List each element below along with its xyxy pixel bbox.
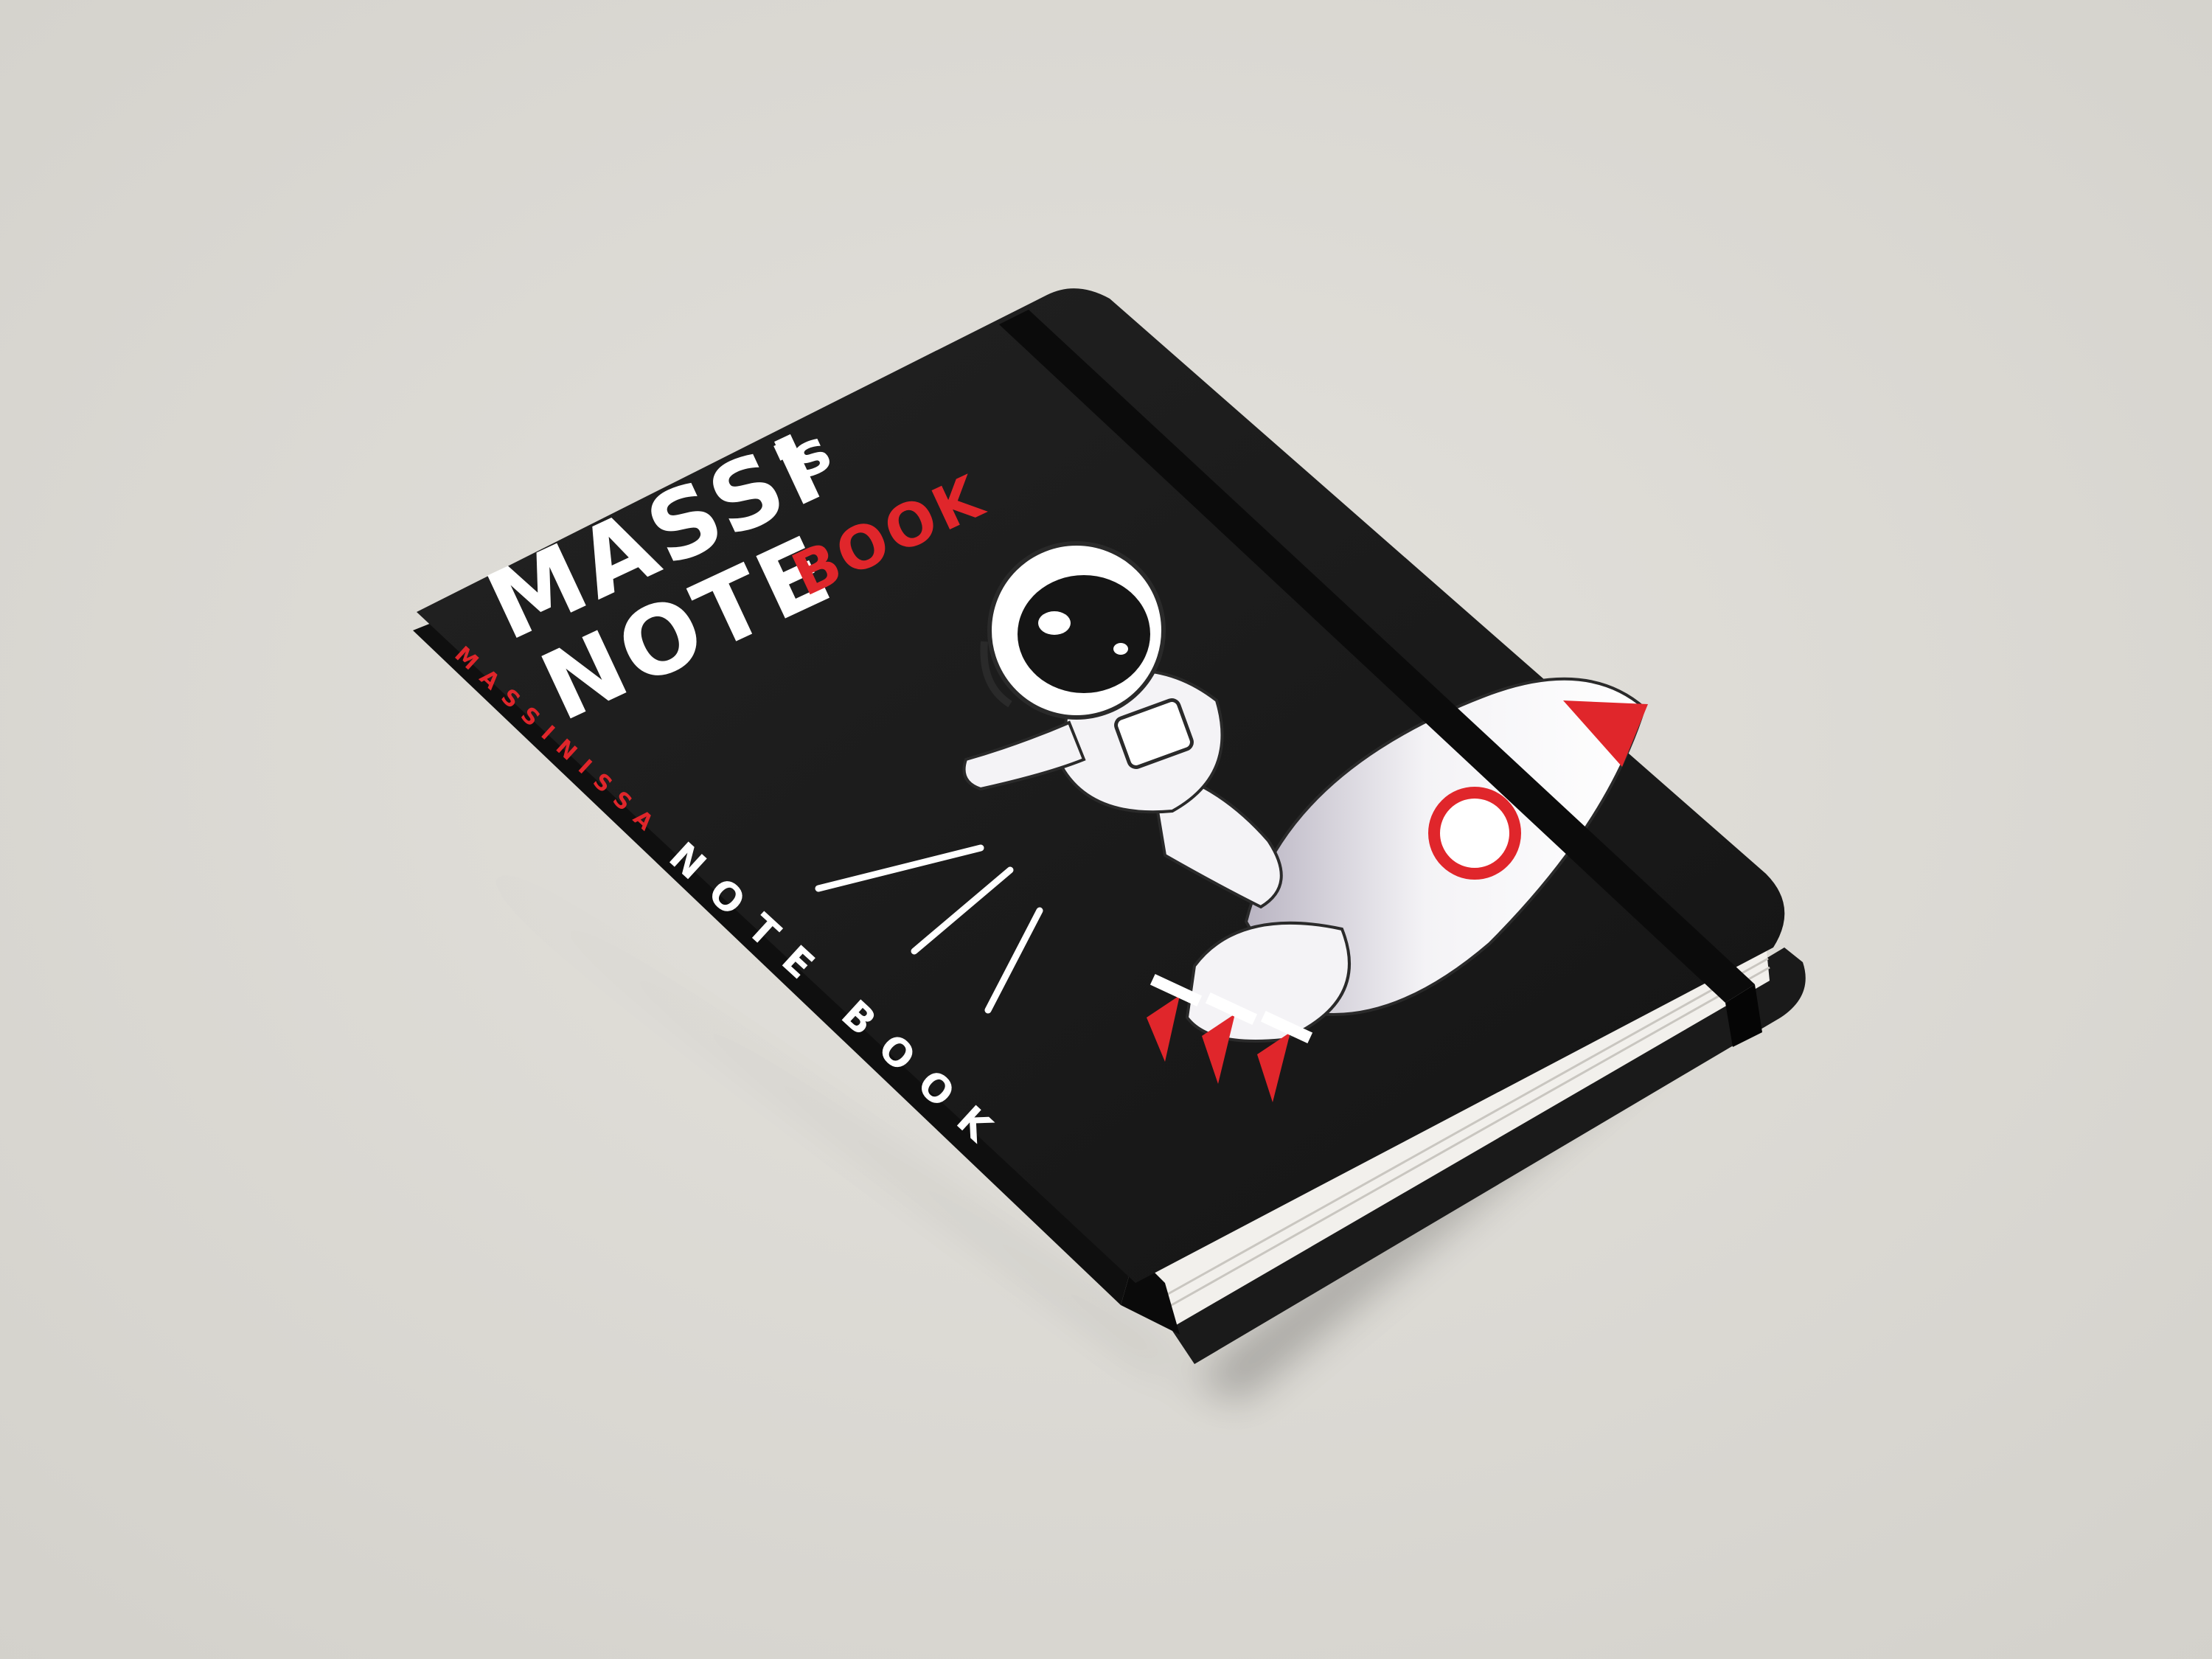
visor-highlight bbox=[1038, 611, 1071, 635]
notebook-mockup-scene: MASSI 's NOTE BOOK MASSINISSA NOTE BOOK bbox=[0, 0, 2212, 1659]
rocket-window bbox=[1428, 787, 1521, 880]
helmet-visor bbox=[1018, 575, 1150, 693]
visor-highlight-small bbox=[1113, 643, 1128, 655]
